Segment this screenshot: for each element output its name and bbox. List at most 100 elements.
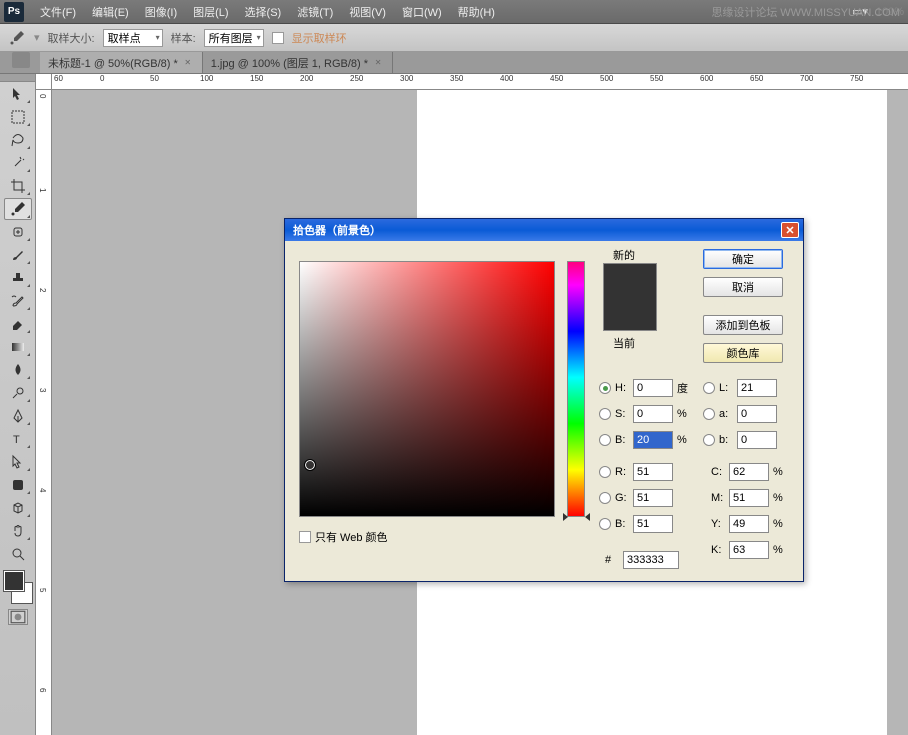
hue-marker-right[interactable] — [585, 513, 590, 521]
ok-button[interactable]: 确定 — [703, 249, 783, 269]
gradient-tool[interactable] — [4, 336, 32, 358]
eyedropper-icon — [8, 29, 26, 47]
color-picker-dialog: 拾色器（前景色） ✕ 新的 当前 确定 取消 添加到色板 颜色库 H: 0 度 — [284, 218, 804, 582]
lasso-tool[interactable] — [4, 129, 32, 151]
cmyk-c-row: C: 62 % — [711, 463, 787, 481]
hue-marker-left[interactable] — [563, 513, 568, 521]
toolbox-grip[interactable] — [0, 74, 35, 82]
ruler-corner — [36, 74, 52, 90]
dodge-tool[interactable] — [4, 382, 32, 404]
lab-b-radio[interactable] — [703, 434, 715, 446]
document-tab-label: 1.jpg @ 100% (图层 1, RGB/8) * — [211, 55, 368, 71]
crop-tool[interactable] — [4, 175, 32, 197]
close-button[interactable]: ✕ — [781, 222, 799, 238]
rgb-g-radio[interactable] — [599, 492, 611, 504]
menu-layer[interactable]: 图层(L) — [185, 4, 236, 20]
quickmask-button[interactable] — [8, 609, 28, 625]
options-bar: ▾ 取样大小: 取样点 样本: 所有图层 显示取样环 — [0, 24, 908, 52]
pen-tool[interactable] — [4, 405, 32, 427]
hand-tool[interactable] — [4, 520, 32, 542]
color-field-marker[interactable] — [305, 460, 315, 470]
menu-file[interactable]: 文件(F) — [32, 4, 84, 20]
eraser-tool[interactable] — [4, 313, 32, 335]
cmyk-k-input[interactable]: 63 — [729, 541, 769, 559]
menu-help[interactable]: 帮助(H) — [450, 4, 503, 20]
menu-view[interactable]: 视图(V) — [341, 4, 394, 20]
menu-select[interactable]: 选择(S) — [237, 4, 290, 20]
web-only-checkbox[interactable] — [299, 531, 311, 543]
cmyk-c-input[interactable]: 62 — [729, 463, 769, 481]
color-field[interactable] — [299, 261, 555, 517]
zoom-tool[interactable] — [4, 543, 32, 565]
menu-edit[interactable]: 编辑(E) — [84, 4, 137, 20]
hsb-s-input[interactable]: 0 — [633, 405, 673, 423]
brush-tool[interactable] — [4, 244, 32, 266]
shape-tool[interactable] — [4, 474, 32, 496]
web-only-label: 只有 Web 颜色 — [315, 529, 388, 545]
document-tab[interactable]: 1.jpg @ 100% (图层 1, RGB/8) * ✕ — [203, 52, 393, 73]
cmyk-y-row: Y: 49 % — [711, 515, 787, 533]
add-swatch-button[interactable]: 添加到色板 — [703, 315, 783, 335]
document-tab[interactable]: 未标题-1 @ 50%(RGB/8) * ✕ — [40, 52, 203, 73]
cancel-button[interactable]: 取消 — [703, 277, 783, 297]
current-color-swatch[interactable] — [604, 297, 656, 330]
lab-b-row: b: 0 — [703, 431, 777, 449]
svg-text:T: T — [13, 434, 20, 446]
path-select-tool[interactable] — [4, 451, 32, 473]
cmyk-k-row: K: 63 % — [711, 541, 787, 559]
menu-image[interactable]: 图像(I) — [137, 4, 185, 20]
lab-l-radio[interactable] — [703, 382, 715, 394]
color-swatches[interactable] — [4, 571, 32, 603]
hsb-h-radio[interactable] — [599, 382, 611, 394]
tab-grip-icon[interactable] — [12, 52, 30, 68]
blur-tool[interactable] — [4, 359, 32, 381]
lab-l-row: L: 21 — [703, 379, 777, 397]
lab-a-input[interactable]: 0 — [737, 405, 777, 423]
cmyk-y-input[interactable]: 49 — [729, 515, 769, 533]
hsb-s-row: S: 0 % — [599, 405, 691, 423]
wand-tool[interactable] — [4, 152, 32, 174]
foreground-swatch[interactable] — [4, 571, 24, 591]
sample-size-select[interactable]: 取样点 — [103, 29, 163, 47]
toolbox: T — [0, 74, 36, 735]
show-ring-checkbox[interactable] — [272, 32, 284, 44]
dialog-titlebar[interactable]: 拾色器（前景色） ✕ — [285, 219, 803, 241]
cmyk-m-input[interactable]: 51 — [729, 489, 769, 507]
menu-filter[interactable]: 滤镜(T) — [289, 4, 341, 20]
watermark: 思缘设计论坛 WWW.MISSYUAN.COM — [711, 4, 900, 20]
rgb-r-row: R: 51 — [599, 463, 673, 481]
history-brush-tool[interactable] — [4, 290, 32, 312]
ruler-vertical[interactable]: 0 1 2 3 4 5 6 — [36, 90, 52, 735]
close-icon[interactable]: ✕ — [372, 57, 384, 69]
color-library-button[interactable]: 颜色库 — [703, 343, 783, 363]
new-current-preview — [603, 263, 657, 331]
hue-strip[interactable] — [567, 261, 585, 517]
ruler-horizontal[interactable]: 60 0 50 100 150 200 250 300 350 400 450 … — [52, 74, 908, 90]
eyedropper-tool[interactable] — [4, 198, 32, 220]
lab-l-input[interactable]: 21 — [737, 379, 777, 397]
menu-window[interactable]: 窗口(W) — [394, 4, 450, 20]
close-icon[interactable]: ✕ — [182, 57, 194, 69]
lab-b-input[interactable]: 0 — [737, 431, 777, 449]
heal-tool[interactable] — [4, 221, 32, 243]
sample-select[interactable]: 所有图层 — [204, 29, 264, 47]
rgb-b-input[interactable]: 51 — [633, 515, 673, 533]
lab-a-radio[interactable] — [703, 408, 715, 420]
dialog-title-text: 拾色器（前景色） — [293, 222, 381, 238]
rgb-r-input[interactable]: 51 — [633, 463, 673, 481]
rgb-g-input[interactable]: 51 — [633, 489, 673, 507]
rgb-b-radio[interactable] — [599, 518, 611, 530]
sample-label: 样本: — [171, 30, 196, 46]
rgb-b-row: B: 51 — [599, 515, 673, 533]
type-tool[interactable]: T — [4, 428, 32, 450]
hsb-b-radio[interactable] — [599, 434, 611, 446]
hsb-b-input[interactable]: 20 — [633, 431, 673, 449]
hsb-h-input[interactable]: 0 — [633, 379, 673, 397]
rgb-r-radio[interactable] — [599, 466, 611, 478]
hex-input[interactable]: 333333 — [623, 551, 679, 569]
marquee-tool[interactable] — [4, 106, 32, 128]
stamp-tool[interactable] — [4, 267, 32, 289]
move-tool[interactable] — [4, 83, 32, 105]
3d-tool[interactable] — [4, 497, 32, 519]
hsb-s-radio[interactable] — [599, 408, 611, 420]
